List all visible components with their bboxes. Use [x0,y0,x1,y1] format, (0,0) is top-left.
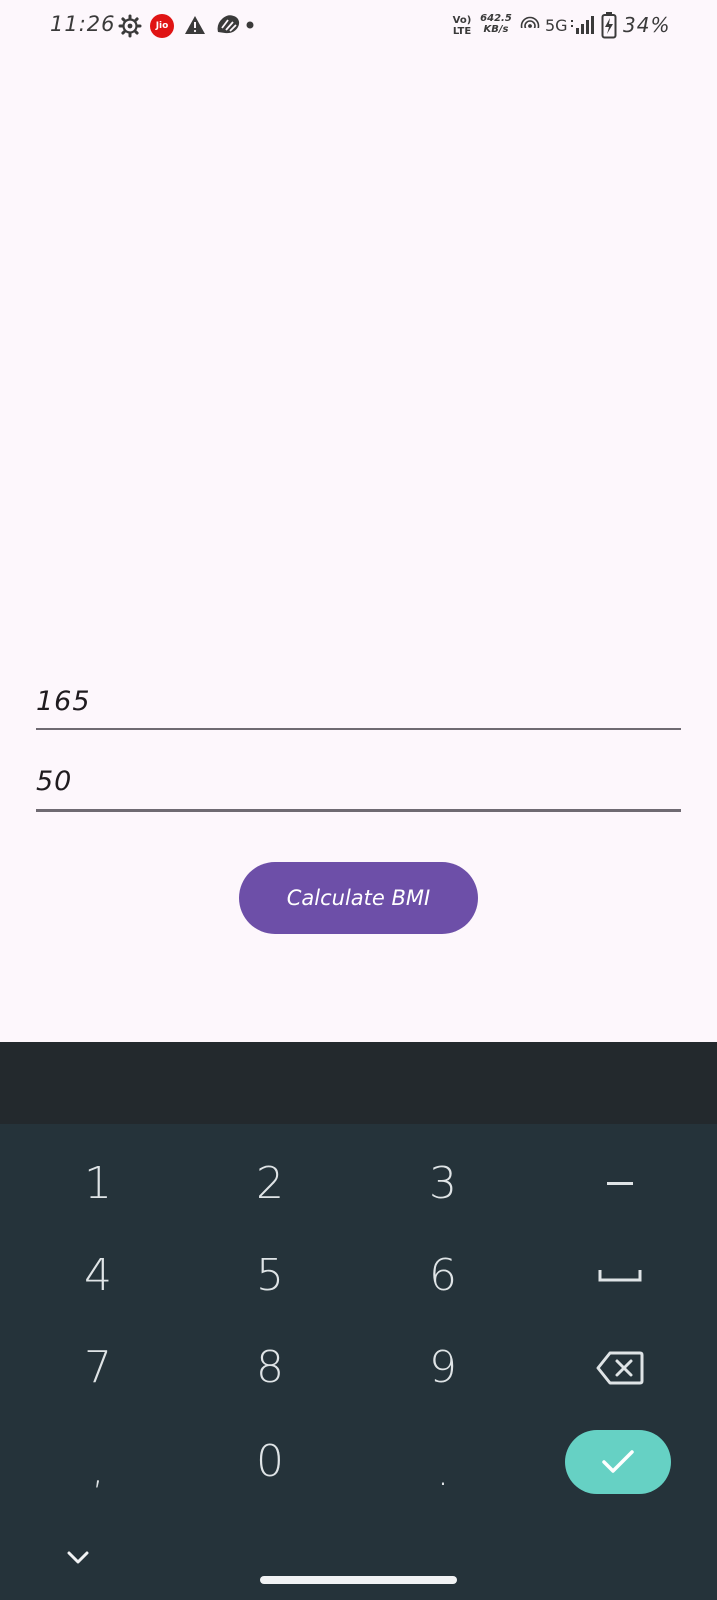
key-dot[interactable]: . [383,1422,503,1502]
dot-icon [246,21,254,29]
key-1[interactable]: 1 [38,1144,158,1224]
app-notification-icon [217,15,240,34]
height-input[interactable]: 165 [36,686,681,730]
warning-icon [185,16,205,34]
status-bar: 11:26 Jio Vo) LTE 642.5 KB/s 5G 34% [0,0,717,52]
hide-keyboard-button[interactable] [60,1540,96,1576]
signal-icon [571,16,594,34]
key-7[interactable]: 7 [38,1328,158,1408]
calculate-bmi-button[interactable]: Calculate BMI [239,862,478,934]
backspace-icon [596,1351,644,1385]
weight-input[interactable]: 50 [36,766,681,812]
key-backspace[interactable] [560,1328,680,1408]
battery-charging-icon [601,12,617,39]
key-4[interactable]: 4 [38,1236,158,1316]
keyboard-suggestion-strip [0,1042,717,1124]
volte-indicator: Vo) LTE [452,15,472,37]
weight-value: 50 [36,766,73,797]
key-0[interactable]: 0 [210,1422,330,1502]
chevron-down-icon [67,1551,89,1564]
height-value: 165 [36,686,91,717]
battery-percent: 34% [623,13,671,37]
key-space[interactable] [560,1236,680,1316]
space-icon [598,1270,642,1282]
check-icon [602,1450,634,1473]
key-minus[interactable] [560,1144,680,1224]
enter-key[interactable] [565,1430,671,1494]
network-type: 5G [545,16,568,35]
key-8[interactable]: 8 [210,1328,330,1408]
key-6[interactable]: 6 [383,1236,503,1316]
hotspot-icon [520,16,540,36]
key-9[interactable]: 9 [383,1328,503,1408]
key-3[interactable]: 3 [383,1144,503,1224]
network-speed: 642.5 KB/s [480,13,512,35]
minus-icon [607,1182,633,1185]
jio-icon: Jio [150,14,174,38]
key-comma[interactable]: , [38,1422,158,1502]
home-indicator[interactable] [260,1576,457,1584]
status-time: 11:26 [50,12,116,36]
key-5[interactable]: 5 [210,1236,330,1316]
key-2[interactable]: 2 [210,1144,330,1224]
settings-gear-icon [118,14,142,38]
